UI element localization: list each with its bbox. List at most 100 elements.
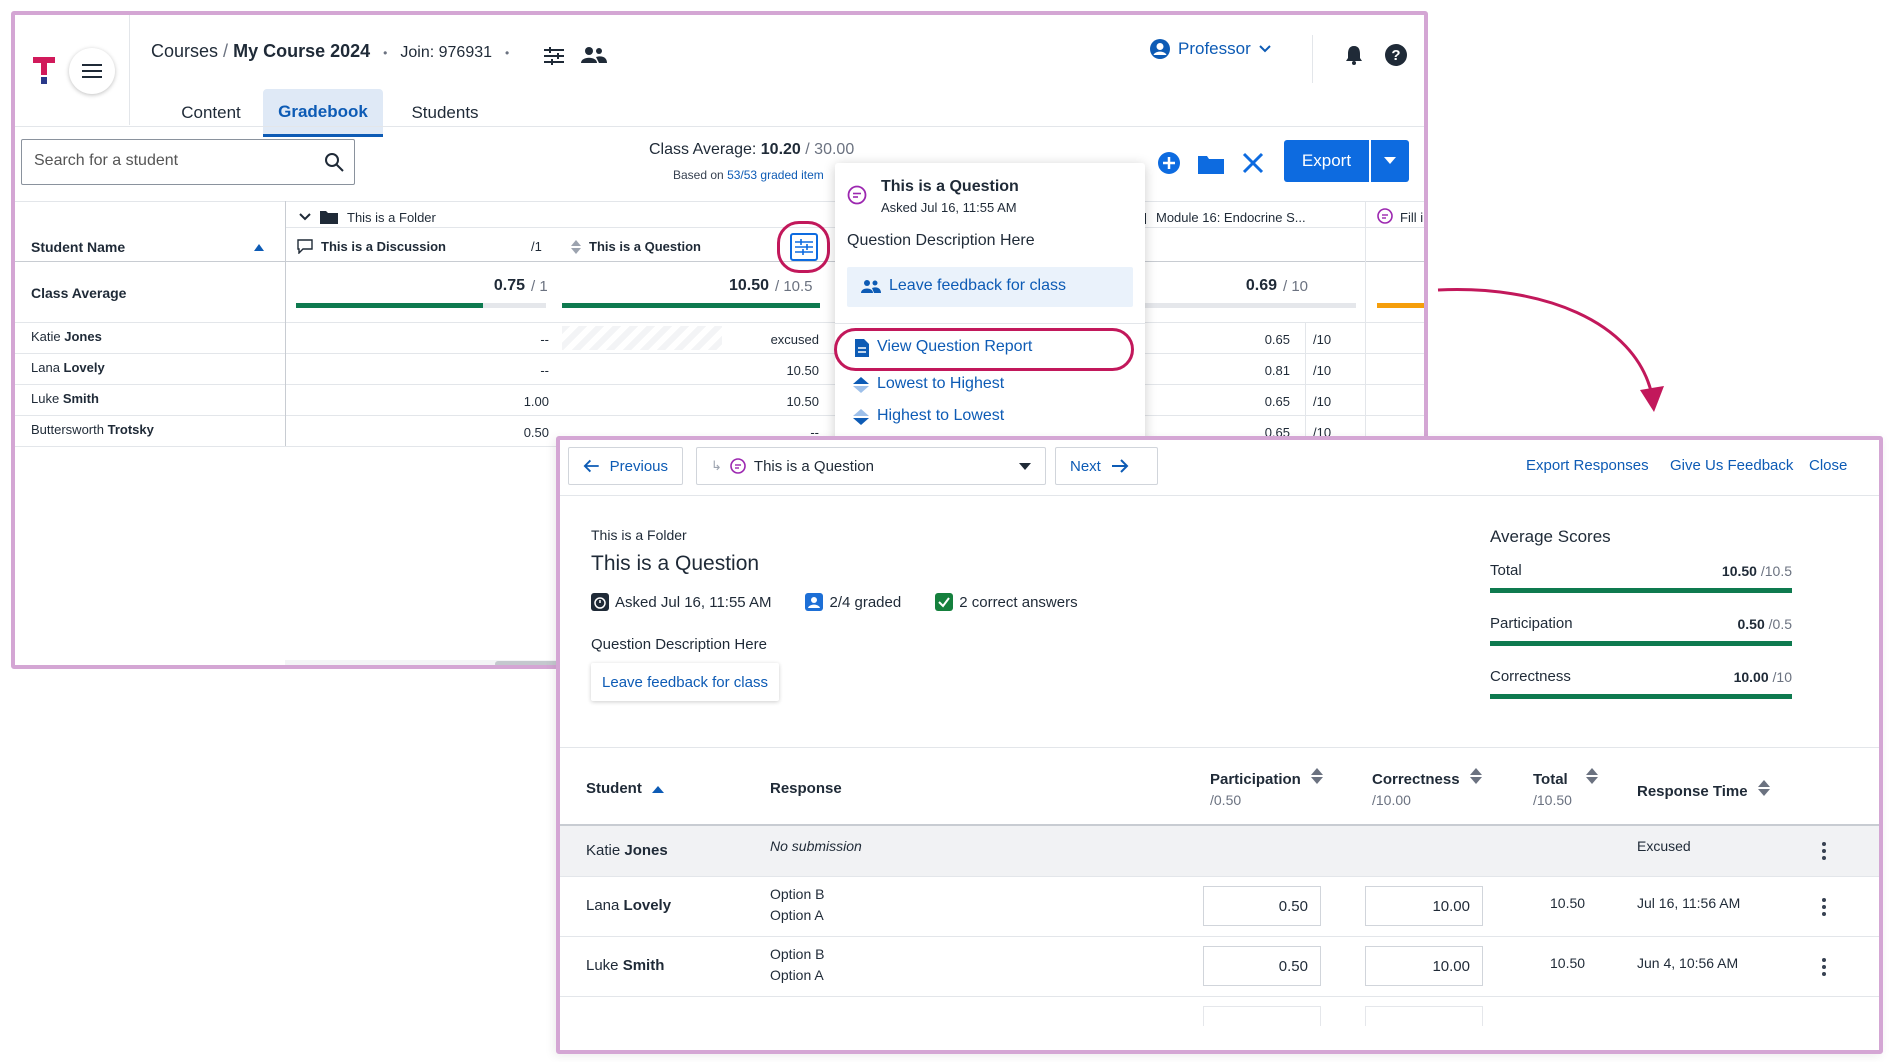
- discussion-grade[interactable]: --: [445, 332, 549, 347]
- add-icon[interactable]: [1158, 152, 1180, 174]
- student-name[interactable]: Lana Lovely: [31, 360, 105, 375]
- participation-max: /0.50: [1210, 792, 1242, 808]
- discussion-column-header[interactable]: This is a Discussion: [321, 239, 446, 254]
- student-name: Katie Jones: [586, 842, 668, 859]
- discussion-grade[interactable]: 0.50: [445, 425, 549, 440]
- search-icon[interactable]: [324, 152, 344, 172]
- stopwatch-icon: [591, 593, 609, 611]
- main-menu-button[interactable]: [69, 48, 115, 94]
- user-badge-icon: [805, 593, 824, 611]
- score-number: 10.00: [1733, 669, 1769, 685]
- participation-column-header[interactable]: Participation: [1210, 768, 1324, 788]
- student-name[interactable]: Luke Smith: [31, 391, 99, 406]
- table-row[interactable]: Luke Smith Option B Option A 0.50 10.00 …: [560, 937, 1879, 996]
- row-border: [15, 353, 1424, 354]
- header-row-border: [15, 261, 1424, 262]
- header-bottom-border: [15, 126, 1424, 127]
- question-grade[interactable]: 10.50: [715, 394, 819, 409]
- graded-items-link[interactable]: 53/53 graded item: [727, 168, 824, 182]
- give-feedback-link[interactable]: Give Us Feedback: [1670, 457, 1793, 474]
- export-responses-link[interactable]: Export Responses: [1526, 457, 1649, 474]
- total-score: 10.50: [1550, 895, 1586, 911]
- score-max: /10.5: [1760, 563, 1792, 579]
- question-selector[interactable]: ↳ This is a Question: [696, 447, 1046, 485]
- chevron-down-icon: [1259, 45, 1271, 53]
- score-label: Total: [1490, 562, 1522, 579]
- sort-icon[interactable]: [571, 240, 581, 254]
- table-row[interactable]: Lana Lovely Option B Option A 0.50 10.00…: [560, 877, 1879, 936]
- student-search-input[interactable]: Search for a student: [21, 139, 355, 185]
- people-icon[interactable]: [581, 46, 607, 64]
- module-grade[interactable]: 0.81: [1215, 363, 1290, 378]
- graded-text: 2/4 graded: [829, 593, 902, 611]
- row-menu-icon[interactable]: [1822, 898, 1826, 919]
- role-label: Professor: [1178, 39, 1251, 58]
- close-link[interactable]: Close: [1809, 457, 1847, 474]
- row-menu-icon[interactable]: [1822, 842, 1826, 863]
- correctness-input[interactable]: 10.00: [1365, 946, 1483, 986]
- correct-stat: 2 correct answers: [935, 593, 1078, 611]
- tab-students[interactable]: Students: [390, 89, 500, 137]
- last-name: Jones: [64, 329, 102, 344]
- module-grade-max: /10: [1313, 363, 1332, 378]
- chevron-down-icon[interactable]: [299, 213, 311, 221]
- last-name: Smith: [622, 957, 665, 974]
- student-name[interactable]: Katie Jones: [31, 329, 102, 344]
- question-column-header[interactable]: This is a Question: [589, 239, 701, 254]
- separator-dot: •: [383, 46, 388, 60]
- question-grade[interactable]: excused: [715, 332, 819, 347]
- module-grade[interactable]: 0.65: [1215, 394, 1290, 409]
- discussion-grade[interactable]: --: [445, 363, 549, 378]
- tools-icon[interactable]: [1241, 151, 1265, 175]
- column-divider: [1365, 201, 1366, 446]
- correct-text: 2 correct answers: [959, 593, 1078, 611]
- course-settings-icon[interactable]: [544, 47, 564, 65]
- graded-stat: 2/4 graded: [805, 593, 901, 611]
- student-name[interactable]: Buttersworth Trotsky: [31, 422, 154, 437]
- correctness-input-partial[interactable]: [1365, 1006, 1483, 1026]
- sort-asc-icon[interactable]: [254, 244, 264, 251]
- correctness-column-header[interactable]: Correctness: [1372, 768, 1482, 788]
- discussion-grade[interactable]: 1.00: [445, 394, 549, 409]
- caret-down-icon: [1384, 157, 1396, 164]
- question-grade[interactable]: 10.50: [715, 363, 819, 378]
- participation-input[interactable]: 0.50: [1203, 946, 1321, 986]
- export-button[interactable]: Export: [1284, 140, 1369, 182]
- correctness-max: /10.00: [1372, 792, 1411, 808]
- student-name-header[interactable]: Student Name: [31, 239, 125, 255]
- correctness-input[interactable]: 10.00: [1365, 886, 1483, 926]
- question-title: This is a Question: [591, 552, 760, 575]
- participation-input-partial[interactable]: [1203, 1006, 1321, 1026]
- highest-to-lowest-option[interactable]: Highest to Lowest: [877, 407, 1004, 425]
- module-average-track: [1133, 303, 1356, 308]
- breadcrumb-courses[interactable]: Courses: [151, 41, 218, 61]
- next-button[interactable]: Next: [1055, 447, 1158, 485]
- row-menu-icon[interactable]: [1822, 958, 1826, 979]
- lowest-to-highest-option[interactable]: Lowest to Highest: [877, 375, 1004, 393]
- last-name: Lovely: [623, 897, 672, 914]
- join-code: Join: 976931: [400, 44, 493, 61]
- class-average-label: Class Average:: [649, 141, 757, 158]
- student-column-header[interactable]: Student: [586, 780, 664, 797]
- svg-text:?: ?: [1391, 47, 1400, 64]
- participation-input[interactable]: 0.50: [1203, 886, 1321, 926]
- export-dropdown-button[interactable]: [1371, 140, 1409, 182]
- student-name: Lana Lovely: [586, 897, 671, 914]
- help-icon[interactable]: ?: [1385, 44, 1407, 66]
- tab-content[interactable]: Content: [155, 89, 267, 137]
- student-header-label: Student: [586, 780, 642, 797]
- module-grade[interactable]: 0.65: [1215, 332, 1290, 347]
- bell-icon[interactable]: [1345, 45, 1363, 65]
- leave-feedback-button[interactable]: Leave feedback for class: [591, 663, 779, 701]
- table-top-border: [15, 201, 1424, 202]
- score-bar: [1490, 694, 1792, 699]
- row-border: [560, 996, 1879, 997]
- row-border: [15, 322, 1424, 323]
- response-time-column-header[interactable]: Response Time: [1637, 780, 1770, 800]
- previous-button[interactable]: Previous: [568, 447, 683, 485]
- table-row[interactable]: Katie Jones No submission Excused: [560, 826, 1879, 876]
- folder-icon[interactable]: [1198, 154, 1224, 174]
- tab-gradebook[interactable]: Gradebook: [263, 89, 383, 137]
- role-switcher[interactable]: Professor: [1150, 39, 1271, 59]
- total-column-header[interactable]: Total: [1533, 768, 1598, 788]
